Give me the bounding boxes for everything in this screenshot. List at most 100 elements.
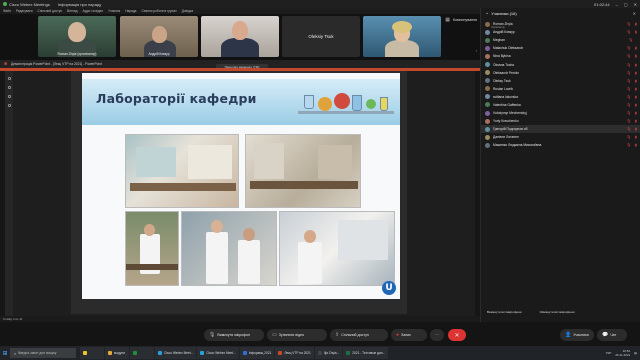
participant-row[interactable]: Oleksandr Pechin 🎙 ▮ [481,69,640,77]
taskbar-app[interactable]: Cisco Webex Meet... [155,347,197,359]
meeting-info-link[interactable]: Інформація про нараду [58,2,101,7]
notifications-icon[interactable]: ▤ [634,351,637,355]
muted-microphone-icon[interactable]: 🎙 [626,79,631,83]
video-off-icon[interactable]: ▮ [635,71,637,75]
video-tile[interactable]: Oleksiy Tsuk [282,16,360,57]
video-off-icon[interactable]: ▮ [635,54,637,58]
video-off-icon[interactable]: ▮ [635,87,637,91]
language-indicator[interactable]: УКР [606,351,612,355]
menu-meeting[interactable]: Нарада [125,9,136,13]
close-panel-icon[interactable]: ✕ [633,11,636,16]
participant-row[interactable]: Meghan 🎙 [481,36,640,44]
participant-row[interactable]: Volodymyr Mechenskyj 🎙 ▮ [481,109,640,117]
video-off-icon[interactable]: ▮ [635,22,637,26]
muted-microphone-icon[interactable]: 🎙 [628,38,633,42]
mute-all-button[interactable]: Вимкнути всі мікрофони [487,310,522,314]
video-off-icon[interactable]: ▮ [635,119,637,123]
video-off-icon[interactable]: ▮ [635,127,637,131]
participant-row[interactable]: Григорій Подгорнов об 🎙 ▮ [481,125,640,134]
participant-row[interactable]: Nina Bykina 🎙 ▮ [481,52,640,60]
menu-file[interactable]: Файл [3,9,11,13]
muted-microphone-icon[interactable]: 🎙 [626,111,631,115]
more-options-button[interactable]: ··· [430,329,444,341]
muted-microphone-icon[interactable]: 🎙 [626,30,631,34]
participant-row[interactable]: Yuriy Kravchenko 🎙 ▮ [481,117,640,125]
participant-row[interactable]: Valentina Gaffenka 🎙 ▮ [481,101,640,109]
muted-microphone-icon[interactable]: 🎙 [626,119,631,123]
participant-row[interactable]: Oleksy Tsuk 🎙 ▮ [481,77,640,85]
taskbar-app[interactable] [80,347,104,359]
maximize-icon[interactable]: ▢ [624,2,628,7]
unmute-all-button[interactable]: Увімкнути всі мікрофони [540,310,575,314]
muted-microphone-icon[interactable]: 🎙 [626,71,631,75]
rail-slide-icon[interactable] [7,95,11,98]
taskbar-app[interactable]: Ilja Zhyla... [314,347,343,359]
slide-frame: Лабораторії кафедри U [71,71,407,314]
menu-view[interactable]: Вигляд [67,9,77,13]
muted-microphone-icon[interactable]: 🎙 [626,46,631,50]
video-off-icon[interactable]: ▮ [635,103,637,107]
next-videos-icon[interactable]: › [476,48,477,53]
muted-microphone-icon[interactable]: 🎙 [626,95,631,99]
participant-row[interactable]: Даніели Лятанен 🎙 ▮ [481,133,640,141]
participant-row[interactable]: Ruslan Lavrik 🎙 ▮ [481,85,640,93]
taskbar-app[interactable]: модули [105,347,129,359]
close-icon[interactable]: ✕ [634,2,637,7]
rail-slide-icon[interactable] [7,77,11,80]
muted-microphone-icon[interactable]: 🎙 [626,63,631,67]
video-off-icon[interactable]: ▮ [635,79,637,83]
taskbar-app[interactable]: Інфорамц 2021 [239,347,275,359]
participant-row[interactable]: Машенко Людмила Миколаївна 🎙 ▮ [481,141,640,149]
muted-microphone-icon[interactable]: 🎙 [626,103,631,107]
rail-slide-icon[interactable] [7,86,11,89]
participant-row[interactable]: Андрій Ковкур 🎙 ▮ [481,28,640,36]
taskbar-search[interactable]: ⌕ Введіть запит для пошуку [10,348,76,358]
video-tile[interactable] [201,16,279,57]
video-off-icon[interactable]: ▮ [635,135,637,139]
muted-microphone-icon[interactable]: 🎙 [626,87,631,91]
video-tile[interactable]: Roman Zhyla (організатор) [38,16,116,57]
muted-microphone-icon[interactable]: 🎙 [626,135,631,139]
avatar [485,102,490,108]
stop-video-button[interactable]: ▭ Зупинити відео [267,329,327,341]
mute-button[interactable]: 🎙 Вимкнути мікрофон [204,329,264,341]
video-off-icon[interactable]: ▮ [635,95,637,99]
muted-microphone-icon[interactable]: 🎙 [626,127,631,131]
record-button[interactable]: ● Запис [391,329,427,341]
muted-microphone-icon[interactable]: 🎙 [626,54,631,58]
video-off-icon[interactable]: ▮ [635,63,637,67]
share-button[interactable]: ⇪ Спільний доступ [330,329,388,341]
menu-audio-video[interactable]: Аудіо та відео [83,9,104,13]
lab-photo [125,134,239,208]
video-tile[interactable] [363,16,441,57]
video-off-icon[interactable]: ▮ [635,30,637,34]
windows-start-icon[interactable]: ⊞ [0,346,10,360]
menu-help[interactable]: Довідка [182,9,193,13]
rail-slide-icon[interactable] [7,104,11,107]
video-off-icon[interactable]: ▮ [635,46,637,50]
chevron-down-icon[interactable]: ⌄ [485,10,489,16]
taskbar-app[interactable] [130,347,154,359]
menu-participant[interactable]: Учасник [108,9,120,13]
participant-row[interactable]: Roman Zhyla Організатор 🎙 ▮ [481,20,640,29]
participant-row[interactable]: Malachuk Oleksandr 🎙 ▮ [481,44,640,52]
muted-microphone-icon[interactable]: 🎙 [626,143,631,147]
chat-button[interactable]: 💬 Чат [597,329,627,341]
participants-button[interactable]: 👤 Учасники [560,329,594,341]
menu-breakout[interactable]: Сеанси роботи в групах [141,9,176,13]
taskbar-app[interactable]: Cisco Webex Meet... [197,347,239,359]
menu-edit[interactable]: Редагувати [16,9,33,13]
video-off-icon[interactable]: ▮ [635,111,637,115]
participant-row[interactable]: svitlana lukovska 🎙 ▮ [481,93,640,101]
taskbar-app[interactable]: Лекц VTP на 2021 [275,347,314,359]
end-meeting-button[interactable]: ✕ [448,329,466,341]
menu-share[interactable]: Спільний доступ [38,9,63,13]
video-off-icon[interactable]: ▮ [635,143,637,147]
minimize-icon[interactable]: – [616,2,618,7]
muted-microphone-icon[interactable]: 🎙 [626,22,631,26]
participant-status: 🎙 ▮ [626,143,637,147]
layout-control[interactable]: ▦ Компонування [445,17,477,23]
taskbar-app[interactable]: 2021 - Тестовые дан... [343,347,389,359]
video-tile[interactable]: Андрій Ковкур [120,16,198,57]
participant-row[interactable]: Oksana Tocha 🎙 ▮ [481,60,640,68]
